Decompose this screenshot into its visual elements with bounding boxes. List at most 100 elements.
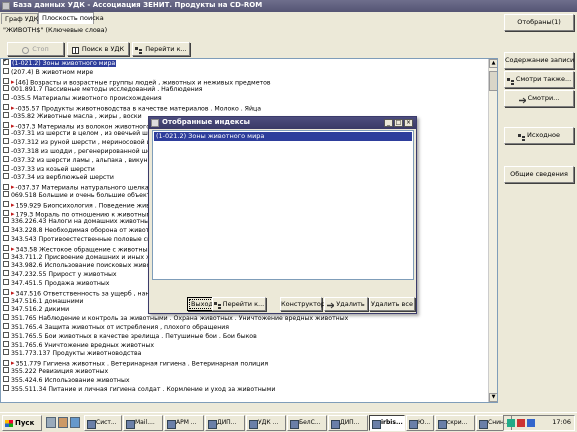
list-item[interactable]: 343.982.6 Использование поисковых животн… [3,261,163,271]
list-item[interactable]: 355.424.6 Использование животных [3,375,130,386]
list-item[interactable]: (1-021.2) Зоны животного мира [3,59,117,69]
see-button[interactable]: Смотри... [504,90,574,107]
list-item[interactable]: 336.226.43 Налоги на домашних животных [3,217,153,227]
list-item[interactable]: 351.773.137 Продукты животноводства [3,349,141,359]
list-item[interactable]: -037.318 из шодди , регенерированной шер… [3,147,162,157]
list-item-checkbox[interactable] [3,270,9,277]
list-item-checkbox[interactable] [3,121,9,128]
list-item-checkbox[interactable] [3,129,9,136]
dialog-goto-button[interactable]: Перейти к... [212,297,266,311]
tree-branch-icon[interactable]: ▸ [11,289,15,298]
tree-branch-icon[interactable]: ▸ [11,78,15,87]
tree-branch-icon[interactable]: ▸ [11,104,15,113]
list-item-checkbox[interactable] [3,261,9,268]
list-item-checkbox[interactable] [3,314,9,321]
scroll-up-arrow[interactable]: ▲ [489,59,497,68]
tree-branch-icon[interactable]: ▸ [11,183,15,192]
network-icon[interactable] [507,419,515,427]
list-item[interactable]: 351.765.4 Защита животных от истребления… [3,323,229,333]
list-item-checkbox[interactable] [3,384,9,391]
list-item[interactable]: 069.518 Большие и очень большие объекты [3,191,155,201]
tree-branch-icon[interactable]: ▸ [11,245,15,254]
list-item-checkbox[interactable] [3,111,9,118]
list-item[interactable]: 001.891.7 Пассивные методы исследований … [3,85,202,95]
list-item[interactable]: 355.511.34 Питание и личная гигиена солд… [3,384,275,395]
taskbar-button[interactable]: УДК ... [246,415,286,431]
taskbar-button[interactable]: Ю... [406,415,434,431]
stop-button[interactable]: Стоп [7,42,64,56]
list-item[interactable]: -037.32 из шерсти ламы , альпака , викун… [3,155,161,166]
list-item-checkbox[interactable] [3,67,9,74]
tree-branch-icon[interactable]: ▸ [11,201,15,210]
list-item-checkbox[interactable] [3,183,9,190]
list-item-checkbox[interactable] [3,359,9,366]
list-item-checkbox[interactable] [3,226,9,233]
list-item-checkbox[interactable] [3,155,9,162]
list-item-checkbox[interactable] [3,235,9,241]
list-item-checkbox[interactable] [3,191,9,197]
tab-search-plane[interactable]: Плоскость поиска [38,12,104,24]
delete-all-button[interactable]: Удалить все [369,297,415,311]
list-item-checkbox[interactable] [3,85,9,92]
list-item-checkbox[interactable] [3,349,9,356]
taskbar-button[interactable]: БелС... [287,415,327,431]
list-item[interactable]: 355.222 Ревизиция животных [3,367,108,377]
list-item-checkbox[interactable] [3,217,9,224]
constructor-button[interactable]: Конструктор [280,297,325,311]
list-item-checkbox[interactable] [3,367,9,373]
list-item-checkbox[interactable] [3,279,9,285]
selected-index-row[interactable]: (1-021.2) Зоны животного мира [154,132,412,141]
taskbar-button[interactable]: ДИП... [328,415,368,431]
source-button[interactable]: Исходное [504,127,574,144]
start-button[interactable]: Пуск [2,415,42,431]
goto-button[interactable]: Перейти к... [132,42,190,56]
list-item-checkbox[interactable] [3,331,9,338]
list-item[interactable]: -037.31 из шерсти в целом , из овечьей ш… [3,129,162,139]
taskbar-button[interactable]: Сист... [84,415,122,431]
minimize-icon[interactable]: _ [384,119,393,127]
selected-indexes-list[interactable]: (1-021.2) Зоны животного мира [152,130,414,280]
list-item[interactable]: ▸[46] Возрасты и возрастные группы людей… [3,78,271,87]
list-item[interactable]: ▸-037.37 Материалы натурального шелка [3,183,149,192]
list-item[interactable]: ▸351.779 Гигиена животных . Ветеринарная… [3,359,268,368]
list-item[interactable]: 351.765.6 Уничтожение вредных животных [3,340,154,351]
list-item[interactable]: -037.34 из верблюжьей шерсти [3,173,114,183]
taskbar-button[interactable]: ДИП... [205,415,245,431]
taskbar-button[interactable]: Mail.... [123,415,163,431]
delete-button[interactable]: Удалить [324,297,368,311]
list-item-checkbox[interactable] [3,147,9,153]
list-item-checkbox[interactable] [3,138,9,145]
list-item-checkbox[interactable] [3,201,9,208]
list-item-checkbox[interactable] [3,340,9,347]
list-item[interactable]: ▸343.58 Жестокое обращение с животными [3,245,156,254]
list-item[interactable]: ▸179.3 Мораль по отношению к животным . … [3,210,161,219]
list-item-checkbox[interactable] [3,77,9,84]
list-item-checkbox[interactable] [3,164,9,171]
tree-branch-icon[interactable]: ▸ [11,122,15,131]
list-item-checkbox[interactable] [3,59,9,65]
list-item-checkbox[interactable] [3,289,9,296]
list-item[interactable]: 347.516.1 домашними [3,296,83,307]
list-item-checkbox[interactable] [3,245,9,252]
list-item-checkbox[interactable] [3,305,9,312]
list-item-checkbox[interactable] [3,104,9,111]
list-item[interactable]: ▸159.929 Биопсихология . Поведение живот… [3,201,161,210]
list-item[interactable]: 351.765 Наблюдение и контроль за животны… [3,314,348,324]
scroll-down-arrow[interactable]: ▼ [489,393,497,402]
list-item[interactable]: (207.4) В животном мире [3,67,93,78]
taskbar-button[interactable]: irbis... [369,415,405,431]
list-item[interactable]: ▸-037.3 Материалы из волокон животного п… [3,122,160,131]
volume-icon[interactable] [527,419,535,427]
list-item-checkbox[interactable] [3,375,9,382]
search-udk-button[interactable]: Поиск в УДК [67,42,129,56]
list-item[interactable]: ▸347.516 Ответственность за ущерб , нане… [3,289,157,298]
list-item-checkbox[interactable] [3,173,9,180]
close-icon[interactable]: × [404,119,413,127]
list-item[interactable]: 347.451.5 Продажа животных [3,279,109,289]
dialog-title-bar[interactable]: Отобранные индексы _ □ × [149,117,416,129]
list-item[interactable]: -035.5 Материалы животного происхождения [3,94,162,104]
see-also-button[interactable]: Смотри также... [504,71,574,88]
tab-udk-graph[interactable]: Граф УДК [1,13,38,24]
list-item[interactable]: 343.711.2 Присвоение домашних и иных жив… [3,252,167,263]
taskbar-button[interactable]: скри... [435,415,475,431]
